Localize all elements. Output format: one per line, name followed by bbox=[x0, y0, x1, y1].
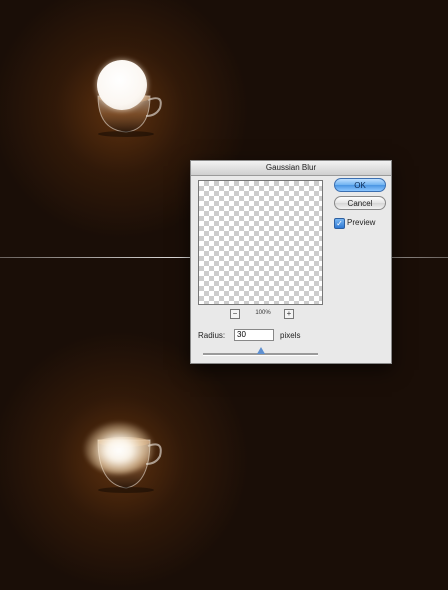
cancel-button[interactable]: Cancel bbox=[334, 196, 386, 210]
radius-slider-thumb[interactable] bbox=[256, 347, 265, 354]
blurred-highlight bbox=[84, 422, 154, 474]
preview-pane[interactable] bbox=[198, 180, 323, 305]
zoom-level: 100% bbox=[255, 310, 271, 316]
zoom-out-button[interactable]: − bbox=[230, 309, 240, 319]
radius-units: pixels bbox=[280, 331, 301, 340]
checkmark-icon[interactable]: ✓ bbox=[334, 218, 345, 229]
dialog-title[interactable]: Gaussian Blur bbox=[191, 161, 391, 176]
zoom-controls: − 100% + bbox=[198, 309, 323, 319]
preview-label: Preview bbox=[347, 218, 376, 227]
radius-input[interactable] bbox=[234, 329, 274, 341]
radius-label: Radius: bbox=[198, 331, 226, 340]
zoom-in-button[interactable]: + bbox=[284, 309, 294, 319]
canvas: Gaussian Blur − 100% + OK Cancel ✓ Previe… bbox=[0, 0, 448, 590]
preview-toggle[interactable]: ✓ Preview bbox=[334, 217, 375, 229]
ok-button[interactable]: OK bbox=[334, 178, 386, 192]
white-sphere bbox=[97, 60, 147, 110]
gaussian-blur-dialog: Gaussian Blur − 100% + OK Cancel ✓ Previe… bbox=[190, 160, 392, 364]
radius-row: Radius: pixels bbox=[198, 329, 300, 343]
